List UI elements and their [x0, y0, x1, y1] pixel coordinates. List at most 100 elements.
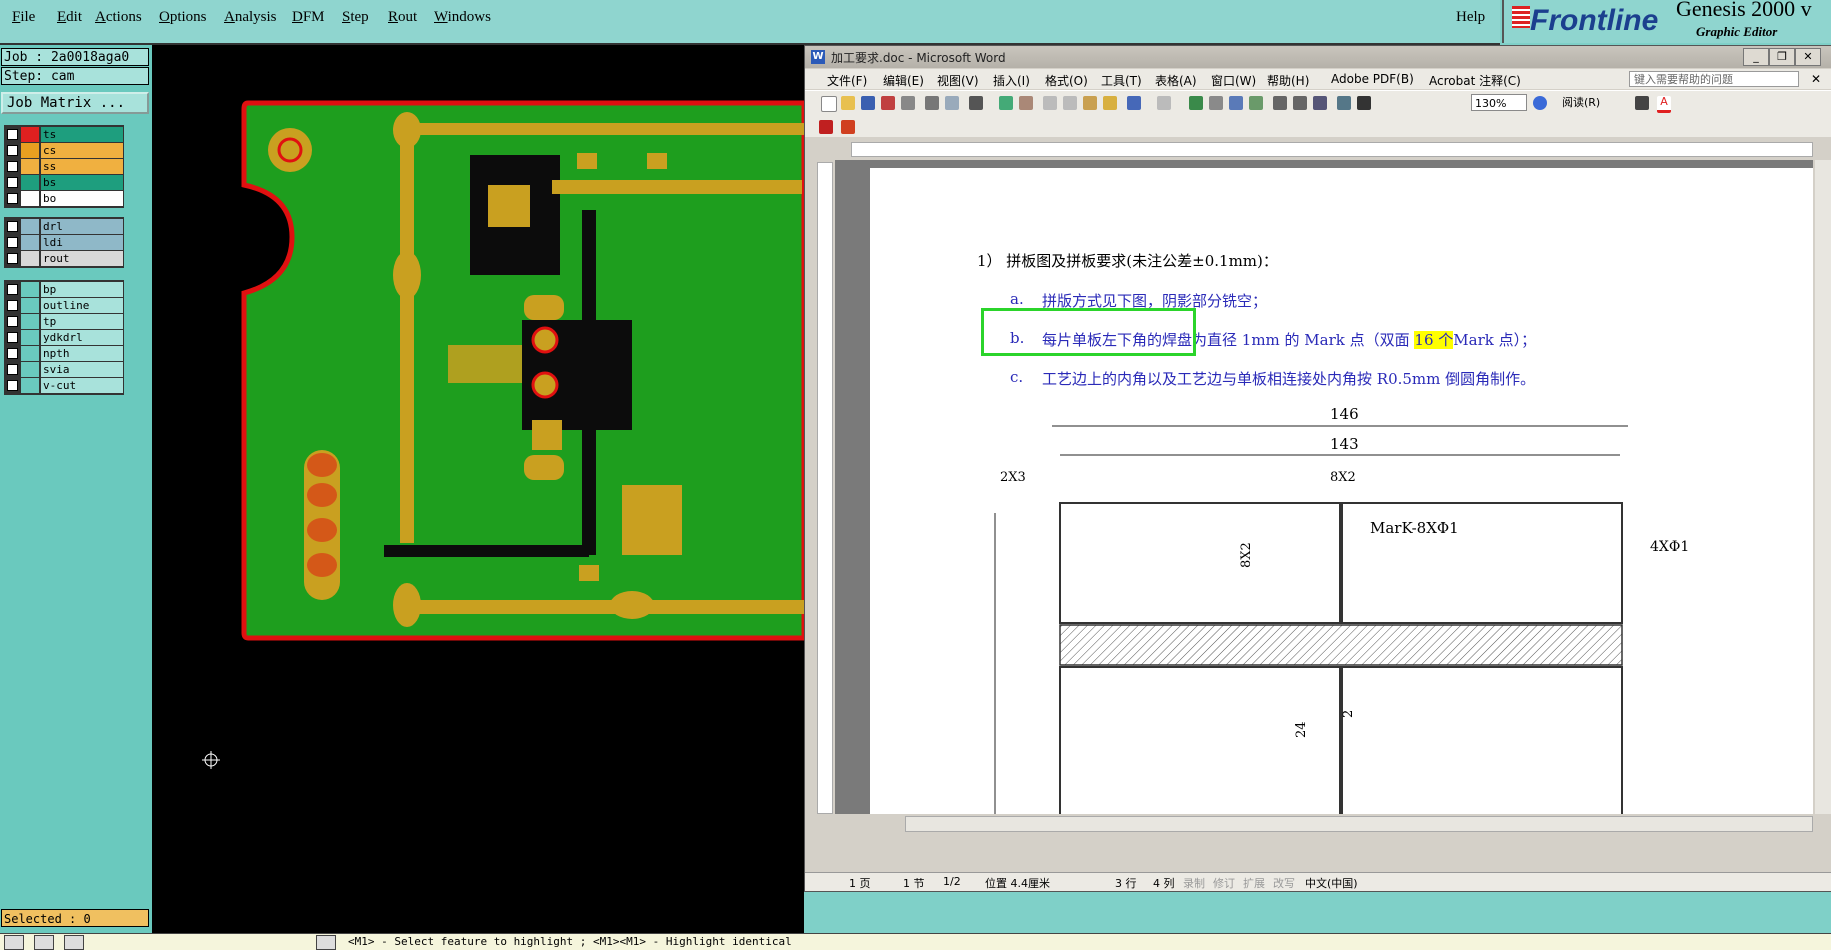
redo-icon[interactable] [1157, 96, 1171, 110]
new-doc-icon[interactable] [821, 96, 837, 112]
status-ovr[interactable]: 改写 [1273, 875, 1295, 891]
menu-rout[interactable]: Rout [388, 9, 417, 26]
w-menu-tools[interactable]: 工具(T) [1101, 72, 1142, 89]
drawing-icon[interactable] [1293, 96, 1307, 110]
menu-file[interactable]: File [12, 9, 35, 26]
w-menu-edit[interactable]: 编辑(E) [883, 72, 924, 89]
horizontal-ruler[interactable] [805, 140, 1831, 158]
horizontal-scrollbar[interactable] [905, 816, 1813, 832]
layer-row-cs[interactable]: cs [5, 143, 123, 158]
document-area[interactable]: 1） 拼板图及拼板要求(未注公差±0.1mm)： a. 拼版方式见下图，阴影部分… [835, 160, 1813, 814]
convert-pdf-email-icon[interactable] [841, 120, 855, 134]
layer-row-npth[interactable]: npth [5, 346, 123, 361]
w-menu-window[interactable]: 窗口(W) [1211, 72, 1256, 89]
close-icon[interactable]: ✕ [1795, 48, 1821, 66]
layer-row-svia[interactable]: svia [5, 362, 123, 377]
copy-icon[interactable] [1063, 96, 1077, 110]
permission-icon[interactable] [881, 96, 895, 110]
menu-dfm[interactable]: DFM [292, 9, 325, 26]
layer-row-rout[interactable]: rout [5, 251, 123, 266]
layer-row-outline[interactable]: outline [5, 298, 123, 313]
layer-checkbox[interactable] [7, 380, 18, 391]
read-button[interactable]: 阅读(R) [1562, 94, 1600, 110]
layer-checkbox[interactable] [7, 332, 18, 343]
w-menu-adobepdf[interactable]: Adobe PDF(B) [1331, 72, 1414, 86]
convert-pdf-icon[interactable] [819, 120, 833, 134]
bottom-button[interactable] [316, 935, 336, 950]
minimize-icon[interactable]: _ [1743, 48, 1769, 66]
bottom-button[interactable] [34, 935, 54, 950]
hyperlink-icon[interactable] [1189, 96, 1203, 110]
layer-checkbox[interactable] [7, 253, 18, 264]
layer-row-drl[interactable]: drl [5, 219, 123, 234]
w-menu-table[interactable]: 表格(A) [1155, 72, 1197, 89]
w-menu-acrobat[interactable]: Acrobat 注释(C) [1429, 72, 1521, 89]
print-icon[interactable] [925, 96, 939, 110]
layer-row-tp[interactable]: tp [5, 314, 123, 329]
layer-checkbox[interactable] [7, 300, 18, 311]
job-matrix-button[interactable]: Job Matrix ... [1, 92, 149, 114]
menu-actions[interactable]: Actions [95, 9, 142, 26]
status-ext[interactable]: 扩展 [1243, 875, 1265, 891]
menu-analysis[interactable]: Analysis [224, 9, 277, 26]
show-hide-icon[interactable] [1337, 96, 1351, 110]
restore-icon[interactable]: ❐ [1769, 48, 1795, 66]
traditional-icon[interactable] [969, 96, 983, 110]
w-menu-insert[interactable]: 插入(I) [993, 72, 1030, 89]
layer-row-v-cut[interactable]: v-cut [5, 378, 123, 393]
word-titlebar[interactable]: W 加工要求.doc - Microsoft Word _ ❐ ✕ [805, 46, 1831, 68]
bullets-icon[interactable] [1635, 96, 1649, 110]
save-icon[interactable] [861, 96, 875, 110]
w-menu-view[interactable]: 视图(V) [937, 72, 979, 89]
w-close-doc-icon[interactable]: ✕ [1811, 72, 1821, 86]
menu-windows[interactable]: Windows [434, 9, 491, 26]
w-menu-help[interactable]: 帮助(H) [1267, 72, 1309, 89]
status-rev[interactable]: 修订 [1213, 875, 1235, 891]
email-icon[interactable] [901, 96, 915, 110]
bottom-button[interactable] [64, 935, 84, 950]
insert-excel-icon[interactable] [1249, 96, 1263, 110]
graphic-canvas[interactable] [152, 45, 804, 933]
bottom-button[interactable] [4, 935, 24, 950]
layer-checkbox[interactable] [7, 129, 18, 140]
layer-checkbox[interactable] [7, 237, 18, 248]
menu-edit[interactable]: Edit [57, 9, 82, 26]
print-preview-icon[interactable] [945, 96, 959, 110]
columns-icon[interactable] [1273, 96, 1287, 110]
tables-borders-icon[interactable] [1209, 96, 1223, 110]
doc-map-icon[interactable] [1313, 96, 1327, 110]
layer-checkbox[interactable] [7, 364, 18, 375]
layer-checkbox[interactable] [7, 161, 18, 172]
help-icon[interactable] [1533, 96, 1547, 110]
document-page[interactable]: 1） 拼板图及拼板要求(未注公差±0.1mm)： a. 拼版方式见下图，阴影部分… [870, 168, 1813, 814]
font-color-icon[interactable]: A [1657, 96, 1671, 113]
layer-checkbox[interactable] [7, 193, 18, 204]
ink-icon[interactable] [1357, 96, 1371, 110]
zoom-select[interactable]: 130% [1471, 94, 1527, 111]
menu-options[interactable]: Options [159, 9, 207, 26]
cut-icon[interactable] [1043, 96, 1057, 110]
layer-row-ts[interactable]: ts [5, 127, 123, 142]
vertical-ruler[interactable] [817, 162, 833, 814]
layer-row-bp[interactable]: bp [5, 282, 123, 297]
insert-table-icon[interactable] [1229, 96, 1243, 110]
layer-checkbox[interactable] [7, 221, 18, 232]
menu-help[interactable]: Help [1456, 9, 1485, 26]
layer-checkbox[interactable] [7, 348, 18, 359]
menu-step[interactable]: Step [342, 9, 369, 26]
spelling-icon[interactable] [999, 96, 1013, 110]
layer-row-bs[interactable]: bs [5, 175, 123, 190]
layer-checkbox[interactable] [7, 316, 18, 327]
layer-checkbox[interactable] [7, 284, 18, 295]
help-search-input[interactable]: 键入需要帮助的问题 [1629, 71, 1799, 87]
vertical-scrollbar[interactable] [1815, 160, 1831, 814]
layer-checkbox[interactable] [7, 145, 18, 156]
open-icon[interactable] [841, 96, 855, 110]
status-rec[interactable]: 录制 [1183, 875, 1205, 891]
w-menu-format[interactable]: 格式(O) [1045, 72, 1088, 89]
research-icon[interactable] [1019, 96, 1033, 110]
layer-row-ss[interactable]: ss [5, 159, 123, 174]
format-painter-icon[interactable] [1103, 96, 1117, 110]
layer-checkbox[interactable] [7, 177, 18, 188]
undo-icon[interactable] [1127, 96, 1141, 110]
